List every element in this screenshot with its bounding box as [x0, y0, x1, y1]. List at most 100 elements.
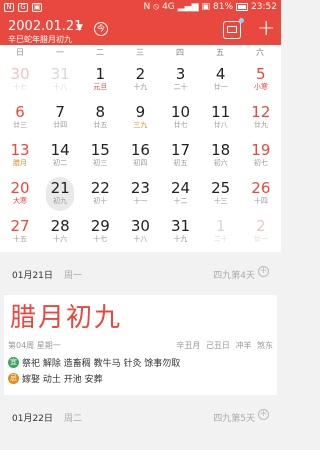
weekday-label: 四: [176, 48, 184, 57]
lunar-label: 初三: [93, 159, 108, 167]
day-detail-card[interactable]: 腊月初九 第04周 星期一 辛丑月 己丑日 冲羊 煞东 宜 祭祀 解除 造畜稠 …: [4, 295, 277, 395]
lunar-label: 腊月: [13, 159, 27, 167]
date-cell[interactable]: 4 廿一: [201, 63, 241, 101]
month-calendar: 日一二三四五六 30 十七 31 十八 1 元旦 2 十九 3 二十 4 廿一 5 小寒 6 廿三 7 廿四 8 廿五…: [0, 45, 281, 252]
date-cell[interactable]: 31 十九: [161, 215, 201, 253]
lunar-label: 廿一: [213, 83, 228, 91]
date-cell[interactable]: 2 十九: [120, 63, 160, 101]
date-number: 13: [10, 141, 30, 159]
date-cell[interactable]: 11 廿八: [201, 101, 241, 139]
date-number: 29: [90, 217, 110, 235]
date-number: 14: [50, 141, 70, 159]
date-number: 24: [171, 179, 191, 197]
day-row-date: 01月22日: [12, 414, 53, 424]
add-event-icon[interactable]: +: [258, 266, 269, 277]
date-cell[interactable]: 2 廿一: [241, 215, 281, 253]
date-cell[interactable]: 24 十二: [161, 177, 201, 215]
envelope-icon[interactable]: [223, 18, 244, 39]
notification-icon-3: ▣: [32, 3, 42, 12]
lunar-label: 廿三: [13, 121, 27, 129]
weekday-label: 一: [56, 48, 64, 57]
date-cell[interactable]: 31 十八: [40, 63, 80, 101]
lunar-label: 大寒: [13, 197, 27, 205]
today-button[interactable]: 今: [94, 22, 108, 36]
date-cell[interactable]: 1 二十: [201, 215, 241, 253]
date-number: 8: [95, 103, 106, 121]
day-row[interactable]: 01月22日 周二 四九第5天 +: [0, 402, 281, 429]
date-number: 25: [211, 179, 231, 197]
date-cell[interactable]: 13 腊月: [0, 139, 40, 177]
lunar-label: 小寒: [253, 83, 268, 91]
ganzhi-info: 辛丑月 己丑日 冲羊 煞东: [176, 341, 273, 350]
date-cell[interactable]: 16 初四: [120, 139, 160, 177]
date-cell[interactable]: 26 十四: [241, 177, 281, 215]
date-cell[interactable]: 6 廿三: [0, 101, 40, 139]
date-cell[interactable]: 22 初十: [80, 177, 120, 215]
date-number: 28: [50, 217, 70, 235]
day-row-info: 四九第4天: [213, 271, 255, 281]
date-cell[interactable]: 1 元旦: [80, 63, 120, 101]
date-cell[interactable]: 14 初二: [40, 139, 80, 177]
date-number: 15: [90, 141, 110, 159]
date-cell[interactable]: 28 十六: [40, 215, 80, 253]
clock: 23:52: [251, 2, 277, 12]
date-cell[interactable]: 12 廿九: [241, 101, 281, 139]
selected-date-cell[interactable]: 21 初九: [40, 177, 80, 215]
add-event-icon[interactable]: +: [258, 409, 269, 420]
lunar-label: 十一: [133, 197, 148, 205]
date-cell[interactable]: 7 廿四: [40, 101, 80, 139]
suitable-badge: 宜: [8, 357, 19, 368]
date-cell[interactable]: 20 大寒: [0, 177, 40, 215]
network-type: 4G: [162, 2, 175, 12]
avoid-badge: 忌: [8, 373, 19, 384]
date-number: 31: [50, 65, 70, 83]
add-icon[interactable]: +: [257, 16, 275, 41]
date-cell[interactable]: 29 十七: [80, 215, 120, 253]
weekday-name: 星期一: [36, 341, 61, 350]
lunar-label: 初九: [53, 197, 68, 205]
lunar-year-label: 辛巳蛇年腊月初九: [8, 35, 72, 44]
date-cell[interactable]: 8 廿五: [80, 101, 120, 139]
date-cell[interactable]: 30 十七: [0, 63, 40, 101]
battery-percent: 81%: [213, 2, 234, 12]
date-number: 16: [130, 141, 150, 159]
date-number: 30: [10, 65, 30, 83]
lunar-label: 十五: [13, 235, 27, 243]
date-cell[interactable]: 25 十三: [201, 177, 241, 215]
date-cell[interactable]: 10 廿七: [161, 101, 201, 139]
date-cell[interactable]: 3 二十: [161, 63, 201, 101]
weekday-label: 日: [16, 48, 24, 57]
day-row-date: 01月21日: [12, 271, 53, 281]
date-number: 9: [135, 103, 146, 121]
current-date[interactable]: 2002.01.21: [8, 19, 82, 34]
date-cell[interactable]: 19 初七: [241, 139, 281, 177]
lunar-label: 廿四: [53, 121, 68, 129]
date-cell[interactable]: 18 初六: [201, 139, 241, 177]
date-cell[interactable]: 23 十一: [120, 177, 160, 215]
lunar-label: 十七: [93, 235, 108, 243]
date-number: 30: [130, 217, 150, 235]
day-row[interactable]: 01月21日 周一 四九第4天 +: [0, 259, 281, 286]
battery-icon: [236, 3, 249, 11]
date-cell[interactable]: 30 十八: [120, 215, 160, 253]
date-number: 2: [135, 65, 146, 83]
date-number: 21: [50, 179, 70, 197]
lunar-label: 初五: [173, 159, 188, 167]
date-cell[interactable]: 17 初五: [161, 139, 201, 177]
weekday-label: 二: [96, 48, 104, 57]
lunar-label: 廿五: [93, 121, 108, 129]
date-cell[interactable]: 5 小寒: [241, 63, 281, 101]
day-row-weekday: 周一: [64, 271, 83, 281]
weekday-header: 日一二三四五六: [0, 45, 281, 61]
lunar-label: 十七: [13, 83, 27, 91]
date-number: 27: [10, 217, 30, 235]
date-cell[interactable]: 27 十五: [0, 215, 40, 253]
date-cell[interactable]: 9 三九: [120, 101, 160, 139]
chevron-down-icon[interactable]: ▼: [76, 23, 83, 33]
date-number: 23: [130, 179, 150, 197]
lunar-label: 十三: [213, 197, 228, 205]
suitable-row: 宜 祭祀 解除 造畜稠 教牛马 针灸 馀事勿取: [8, 356, 180, 369]
status-bar: N G ▣ N ⦸ 4G ▂▄▆ ▣ 81% 23:52: [0, 0, 281, 17]
lunar-label: 初六: [213, 159, 228, 167]
date-cell[interactable]: 15 初三: [80, 139, 120, 177]
